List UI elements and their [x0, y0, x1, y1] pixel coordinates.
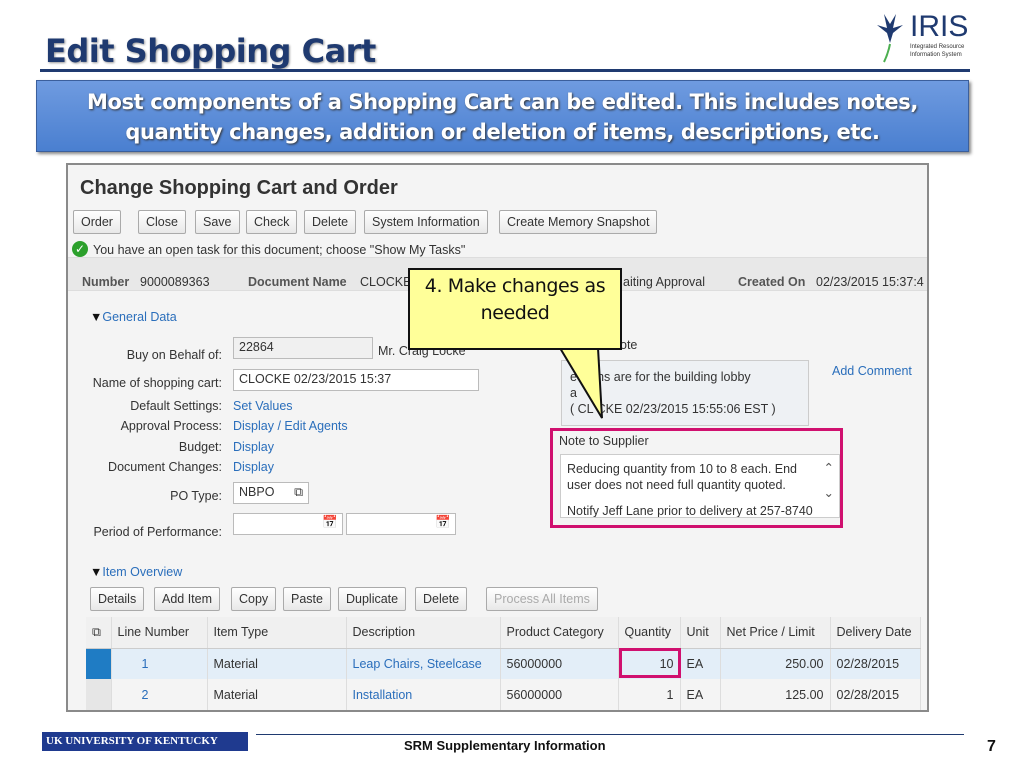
column-header[interactable]: Unit	[680, 617, 721, 649]
svg-text:IRIS: IRIS	[910, 10, 968, 43]
cart-name-input[interactable]: CLOCKE 02/23/2015 15:37	[233, 369, 479, 391]
close-button[interactable]: Close	[138, 210, 186, 234]
column-header[interactable]: Line Number	[111, 617, 208, 649]
document-name-value: CLOCKE	[360, 275, 412, 289]
iris-logo: IRIS Integrated Resource Information Syste…	[872, 6, 977, 66]
unit: EA	[680, 679, 721, 710]
calendar-icon[interactable]: 📅	[435, 515, 451, 530]
line-number-link[interactable]: 2	[111, 679, 208, 710]
title-divider	[40, 69, 970, 72]
period-label: Period of Performance:	[93, 525, 222, 539]
column-header[interactable]: Product Category	[500, 617, 619, 649]
description-link[interactable]: Installation	[346, 679, 501, 710]
highlight-quantity	[619, 648, 681, 678]
document-changes-link[interactable]: Display	[233, 460, 274, 474]
document-name-label: Document Name	[248, 275, 347, 289]
column-header[interactable]: Net Price / Limit	[720, 617, 831, 649]
net-price: 250.00	[720, 648, 831, 679]
footer-text: SRM Supplementary Information	[404, 738, 606, 753]
table-row[interactable]: 1 Material Leap Chairs, Steelcase 560000…	[86, 648, 921, 679]
page-number: 7	[987, 738, 996, 755]
duplicate-button[interactable]: Duplicate	[338, 587, 407, 611]
order-button[interactable]: Order	[73, 210, 121, 234]
budget-display-link[interactable]: Display	[233, 440, 274, 454]
delivery-date: 02/28/2015	[830, 648, 921, 679]
default-settings-label: Default Settings:	[130, 399, 222, 413]
process-all-items-button: Process All Items	[486, 587, 598, 611]
po-type-value: NBPO	[239, 485, 275, 499]
approval-process-label: Approval Process:	[120, 419, 222, 433]
callout-box: 4. Make changes as needed	[408, 268, 622, 350]
triangle-down-icon: ▼	[90, 565, 103, 579]
app-title: Change Shopping Cart and Order	[80, 177, 398, 199]
edit-agents-link[interactable]: Display / Edit Agents	[233, 419, 348, 433]
column-header[interactable]: Quantity	[618, 617, 681, 649]
budget-label: Budget:	[178, 440, 222, 454]
buy-on-behalf-input[interactable]: 22864	[233, 337, 373, 359]
item-table: ⧉ Line Number Item Type Description Prod…	[86, 617, 921, 710]
sap-screenshot: Change Shopping Cart and Order Order Clo…	[66, 163, 929, 712]
delete-item-button[interactable]: Delete	[415, 587, 468, 611]
delivery-date: 02/28/2015	[830, 679, 921, 710]
item-overview-toggle[interactable]: ▼Item Overview	[90, 565, 182, 579]
quantity-input[interactable]: 1	[618, 679, 681, 710]
net-price: 125.00	[720, 679, 831, 710]
paste-button[interactable]: Paste	[283, 587, 331, 611]
svg-text:Integrated Resource: Integrated Resource	[910, 44, 965, 50]
column-header[interactable]: Item Type	[207, 617, 347, 649]
check-button[interactable]: Check	[246, 210, 298, 234]
product-category: 56000000	[500, 679, 619, 710]
slide-title: Edit Shopping Cart	[45, 32, 376, 70]
footer-divider	[256, 734, 964, 735]
delete-button[interactable]: Delete	[304, 210, 357, 234]
column-header[interactable]: Delivery Date	[830, 617, 921, 649]
column-header[interactable]: Description	[346, 617, 501, 649]
number-label: Number	[82, 275, 130, 289]
product-category: 56000000	[500, 648, 619, 679]
created-on-value: 02/23/2015 15:37:4	[816, 275, 924, 289]
row-selector[interactable]	[86, 648, 112, 679]
cart-name-label: Name of shopping cart:	[92, 376, 222, 390]
document-changes-label: Document Changes:	[108, 460, 222, 474]
value-help-icon[interactable]: ⧉	[294, 485, 303, 500]
add-item-button[interactable]: Add Item	[154, 587, 221, 611]
unit: EA	[680, 648, 721, 679]
created-on-label: Created On	[738, 275, 806, 289]
svg-text:Information System: Information System	[910, 52, 962, 58]
status-value: aiting Approval	[623, 275, 706, 289]
task-message: You have an open task for this document;…	[93, 243, 466, 257]
success-check-icon: ✓	[72, 241, 88, 257]
description-link[interactable]: Leap Chairs, Steelcase	[346, 648, 501, 679]
callout-pointer	[558, 346, 603, 419]
general-data-toggle[interactable]: ▼General Data	[90, 310, 177, 324]
triangle-down-icon: ▼	[90, 310, 103, 324]
period-start-input[interactable]: 📅	[233, 513, 343, 535]
item-type: Material	[207, 648, 347, 679]
item-overview-label: Item Overview	[102, 565, 183, 579]
copy-button[interactable]: Copy	[231, 587, 277, 611]
uk-logo: UK UNIVERSITY OF KENTUCKY	[42, 732, 248, 751]
table-row[interactable]: 2 Material Installation 56000000 1 EA 12…	[86, 679, 921, 710]
period-end-input[interactable]: 📅	[346, 513, 456, 535]
po-type-select[interactable]: NBPO ⧉	[233, 482, 309, 504]
row-selector[interactable]	[86, 679, 112, 710]
info-banner: Most components of a Shopping Cart can b…	[36, 80, 969, 152]
add-comment-link[interactable]: Add Comment	[832, 364, 912, 378]
po-type-label: PO Type:	[170, 489, 222, 503]
table-header-row: ⧉ Line Number Item Type Description Prod…	[86, 617, 921, 649]
set-values-link[interactable]: Set Values	[233, 399, 293, 413]
create-memory-snapshot-button[interactable]: Create Memory Snapshot	[499, 210, 658, 234]
system-information-button[interactable]: System Information	[364, 210, 488, 234]
item-type: Material	[207, 679, 347, 710]
general-data-label: General Data	[102, 310, 177, 324]
buy-on-behalf-label: Buy on Behalf of:	[126, 348, 222, 362]
highlight-note-to-supplier	[550, 428, 843, 528]
select-all-icon[interactable]: ⧉	[86, 617, 112, 649]
number-value: 9000089363	[140, 275, 210, 289]
details-button[interactable]: Details	[90, 587, 145, 611]
line-number-link[interactable]: 1	[111, 648, 208, 679]
calendar-icon[interactable]: 📅	[322, 515, 338, 530]
save-button[interactable]: Save	[195, 210, 240, 234]
